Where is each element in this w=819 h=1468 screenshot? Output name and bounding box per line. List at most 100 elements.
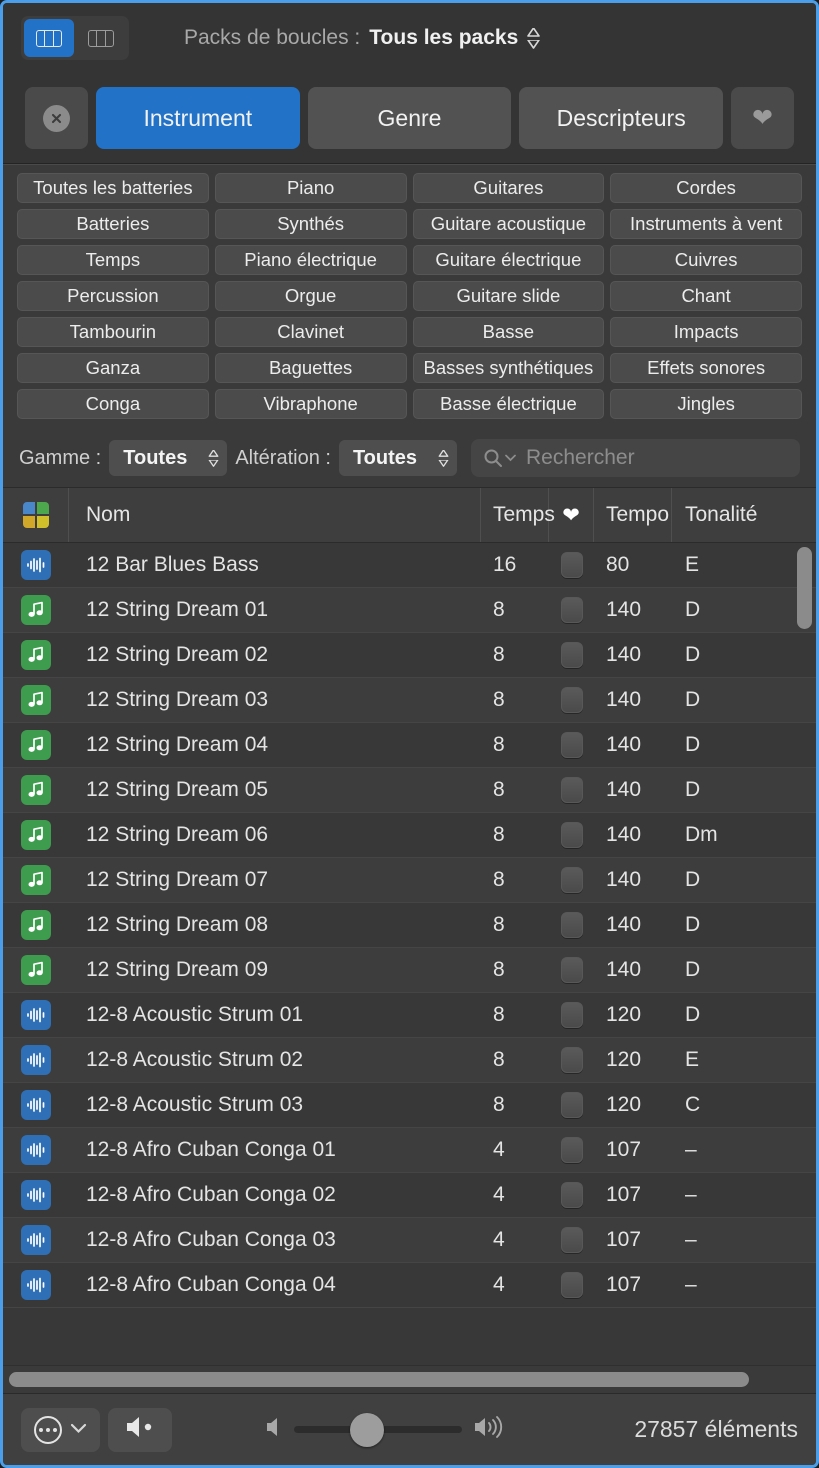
table-row[interactable]: 12 String Dream 03 8 140 D — [3, 678, 816, 723]
tab-genre[interactable]: Genre — [307, 87, 512, 149]
horizontal-scrollbar[interactable] — [3, 1365, 816, 1393]
keyword-tag[interactable]: Conga — [17, 389, 209, 419]
table-row[interactable]: 12-8 Afro Cuban Conga 02 4 107 – — [3, 1173, 816, 1218]
row-favorite-cell[interactable] — [549, 543, 594, 587]
table-row[interactable]: 12 String Dream 05 8 140 D — [3, 768, 816, 813]
row-favorite-cell[interactable] — [549, 903, 594, 947]
row-favorite-cell[interactable] — [549, 633, 594, 677]
favorite-checkbox[interactable] — [560, 552, 583, 578]
keyword-tag[interactable]: Piano — [214, 173, 407, 203]
keyword-tag[interactable]: Cordes — [610, 173, 802, 203]
table-row[interactable]: 12-8 Acoustic Strum 01 8 120 D — [3, 993, 816, 1038]
keyword-tag[interactable]: Orgue — [214, 281, 407, 311]
row-favorite-cell[interactable] — [549, 768, 594, 812]
table-row[interactable]: 12 String Dream 09 8 140 D — [3, 948, 816, 993]
keyword-tag[interactable]: Ganza — [17, 353, 209, 383]
vertical-scrollbar[interactable] — [797, 547, 813, 1365]
table-row[interactable]: 12 String Dream 08 8 140 D — [3, 903, 816, 948]
table-row[interactable]: 12 String Dream 07 8 140 D — [3, 858, 816, 903]
search-field[interactable]: Rechercher — [471, 439, 800, 477]
scale-popup-button[interactable]: Toutes — [109, 440, 228, 476]
table-row[interactable]: 12-8 Afro Cuban Conga 03 4 107 – — [3, 1218, 816, 1263]
column-header-tempo[interactable]: Tempo — [594, 488, 672, 542]
column-header-favorite[interactable]: ❤ — [549, 488, 594, 542]
table-row[interactable]: 12 Bar Blues Bass 16 80 E — [3, 543, 816, 588]
keyword-tag[interactable]: Basses synthétiques — [412, 353, 605, 383]
keyword-tag[interactable]: Batteries — [17, 209, 209, 239]
table-row[interactable]: 12 String Dream 01 8 140 D — [3, 588, 816, 633]
keyword-tag[interactable]: Impacts — [610, 317, 802, 347]
column-view-button[interactable] — [76, 19, 126, 57]
favorite-checkbox[interactable] — [560, 1047, 583, 1073]
accidental-popup-button[interactable]: Toutes — [338, 440, 458, 476]
loop-results-list[interactable]: 12 Bar Blues Bass 16 80 E 12 String Dream 01… — [3, 543, 816, 1365]
action-menu-button[interactable] — [21, 1407, 100, 1452]
keyword-tag[interactable]: Tambourin — [17, 317, 209, 347]
horizontal-scrollbar-thumb[interactable] — [9, 1372, 749, 1387]
row-favorite-cell[interactable] — [549, 588, 594, 632]
row-favorite-cell[interactable] — [549, 813, 594, 857]
column-header-tonalite[interactable]: Tonalité — [672, 488, 790, 542]
row-favorite-cell[interactable] — [549, 723, 594, 767]
favorite-checkbox[interactable] — [560, 867, 583, 893]
keyword-tag[interactable]: Basse — [412, 317, 605, 347]
row-favorite-cell[interactable] — [549, 1263, 594, 1307]
table-row[interactable]: 12-8 Acoustic Strum 03 8 120 C — [3, 1083, 816, 1128]
favorite-checkbox[interactable] — [560, 957, 583, 983]
keyword-tag[interactable]: Basse électrique — [412, 389, 605, 419]
table-row[interactable]: 12 String Dream 02 8 140 D — [3, 633, 816, 678]
favorite-checkbox[interactable] — [560, 642, 583, 668]
keyword-tag[interactable]: Cuivres — [610, 245, 802, 275]
table-row[interactable]: 12-8 Acoustic Strum 02 8 120 E — [3, 1038, 816, 1083]
keyword-tag[interactable]: Instruments à vent — [610, 209, 802, 239]
keyword-tag[interactable]: Temps — [17, 245, 209, 275]
keyword-tag[interactable]: Guitare électrique — [412, 245, 605, 275]
favorite-checkbox[interactable] — [560, 777, 583, 803]
keyword-tag[interactable]: Synthés — [214, 209, 407, 239]
favorite-checkbox[interactable] — [560, 1002, 583, 1028]
keyword-tag[interactable]: Guitare acoustique — [412, 209, 605, 239]
tab-instrument[interactable]: Instrument — [96, 87, 300, 149]
table-row[interactable]: 12 String Dream 06 8 140 Dm — [3, 813, 816, 858]
volume-slider-knob[interactable] — [350, 1412, 384, 1447]
row-favorite-cell[interactable] — [549, 993, 594, 1037]
keyword-tag[interactable]: Chant — [610, 281, 802, 311]
preview-toggle-button[interactable] — [108, 1407, 172, 1452]
keyword-tag[interactable]: Percussion — [17, 281, 209, 311]
volume-slider[interactable] — [294, 1412, 462, 1447]
keyword-tag[interactable]: Baguettes — [214, 353, 407, 383]
keyword-tag[interactable]: Guitares — [412, 173, 605, 203]
row-favorite-cell[interactable] — [549, 1173, 594, 1217]
row-favorite-cell[interactable] — [549, 858, 594, 902]
favorite-checkbox[interactable] — [560, 822, 583, 848]
grid-view-button[interactable] — [24, 19, 74, 57]
packs-value[interactable]: Tous les packs — [369, 26, 518, 50]
keyword-tag[interactable]: Effets sonores — [610, 353, 802, 383]
favorite-checkbox[interactable] — [560, 1137, 583, 1163]
keyword-tag[interactable]: Vibraphone — [214, 389, 407, 419]
row-favorite-cell[interactable] — [549, 1218, 594, 1262]
favorite-checkbox[interactable] — [560, 687, 583, 713]
vertical-scrollbar-thumb[interactable] — [797, 547, 812, 629]
packs-stepper-icon[interactable] — [527, 27, 541, 49]
keyword-tag[interactable]: Piano électrique — [214, 245, 407, 275]
favorite-checkbox[interactable] — [560, 912, 583, 938]
keyword-tag[interactable]: Jingles — [610, 389, 802, 419]
tab-descripteurs[interactable]: Descripteurs — [519, 87, 724, 149]
keyword-tag[interactable]: Clavinet — [214, 317, 407, 347]
table-row[interactable]: 12 String Dream 04 8 140 D — [3, 723, 816, 768]
row-favorite-cell[interactable] — [549, 678, 594, 722]
table-row[interactable]: 12-8 Afro Cuban Conga 04 4 107 – — [3, 1263, 816, 1308]
row-favorite-cell[interactable] — [549, 1083, 594, 1127]
column-header-temps[interactable]: Temps — [481, 488, 555, 542]
favorite-checkbox[interactable] — [560, 597, 583, 623]
keyword-tag[interactable]: Toutes les batteries — [17, 173, 209, 203]
favorites-filter-button[interactable]: ❤ — [731, 87, 795, 149]
favorite-checkbox[interactable] — [560, 732, 583, 758]
favorite-checkbox[interactable] — [560, 1227, 583, 1253]
row-favorite-cell[interactable] — [549, 1038, 594, 1082]
favorite-checkbox[interactable] — [560, 1092, 583, 1118]
row-favorite-cell[interactable] — [549, 1128, 594, 1172]
column-header-kind[interactable] — [3, 488, 69, 542]
clear-filters-button[interactable] — [25, 87, 88, 149]
